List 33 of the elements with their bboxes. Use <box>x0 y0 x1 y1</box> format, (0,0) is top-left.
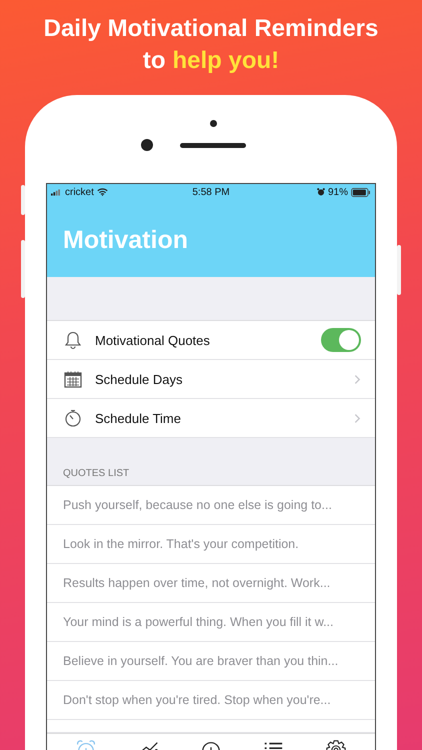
settings-row[interactable]: Motivational Quotes <box>47 321 375 360</box>
bell-icon <box>63 330 83 350</box>
toggle-switch[interactable] <box>321 328 361 352</box>
quote-row[interactable]: Your mind is a powerful thing. When you fill it w... <box>47 603 375 642</box>
setting-label: Motivational Quotes <box>95 332 211 348</box>
calendar-icon <box>63 369 83 389</box>
chevron-icon <box>354 374 361 384</box>
headline: to <box>142 46 166 76</box>
setting-label: Schedule Days <box>95 372 184 386</box>
settings-row[interactable]: Schedule Days <box>47 360 375 399</box>
headline: Daily Motivational Reminders <box>44 14 378 44</box>
quote-row[interactable]: Believe in yourself. You are braver than you thin... <box>47 642 375 681</box>
settings-row[interactable]: Schedule Time <box>47 399 375 438</box>
chevron-icon <box>354 412 361 424</box>
battery-percent: 91% <box>328 186 348 198</box>
wifi-icon <box>96 188 108 196</box>
camera-dot <box>141 139 153 151</box>
quote-row[interactable]: Look in the mirror. That's your competition. <box>47 525 375 564</box>
headline-highlight: help you! <box>172 46 280 76</box>
screen-title: Motivation <box>63 226 188 255</box>
setting-label: Schedule Time <box>95 410 182 426</box>
stopwatch-icon <box>63 408 83 428</box>
signal-icon <box>51 188 62 196</box>
quote-row[interactable]: Don't stop when you're tired. Stop when you're... <box>47 681 375 720</box>
carrier-label: cricket <box>65 186 94 198</box>
section-header: QUOTES LIST <box>63 468 130 479</box>
alarm-clock-icon <box>316 188 325 196</box>
sensor-dot <box>210 120 217 127</box>
battery-icon <box>351 188 371 196</box>
quote-row[interactable]: Results happen over time, not overnight. Work... <box>47 564 375 603</box>
quote-row[interactable]: Push yourself, because no one else is going to... <box>47 486 375 525</box>
speaker-grille <box>180 143 246 148</box>
status-time: 5:58 PM <box>192 186 230 198</box>
